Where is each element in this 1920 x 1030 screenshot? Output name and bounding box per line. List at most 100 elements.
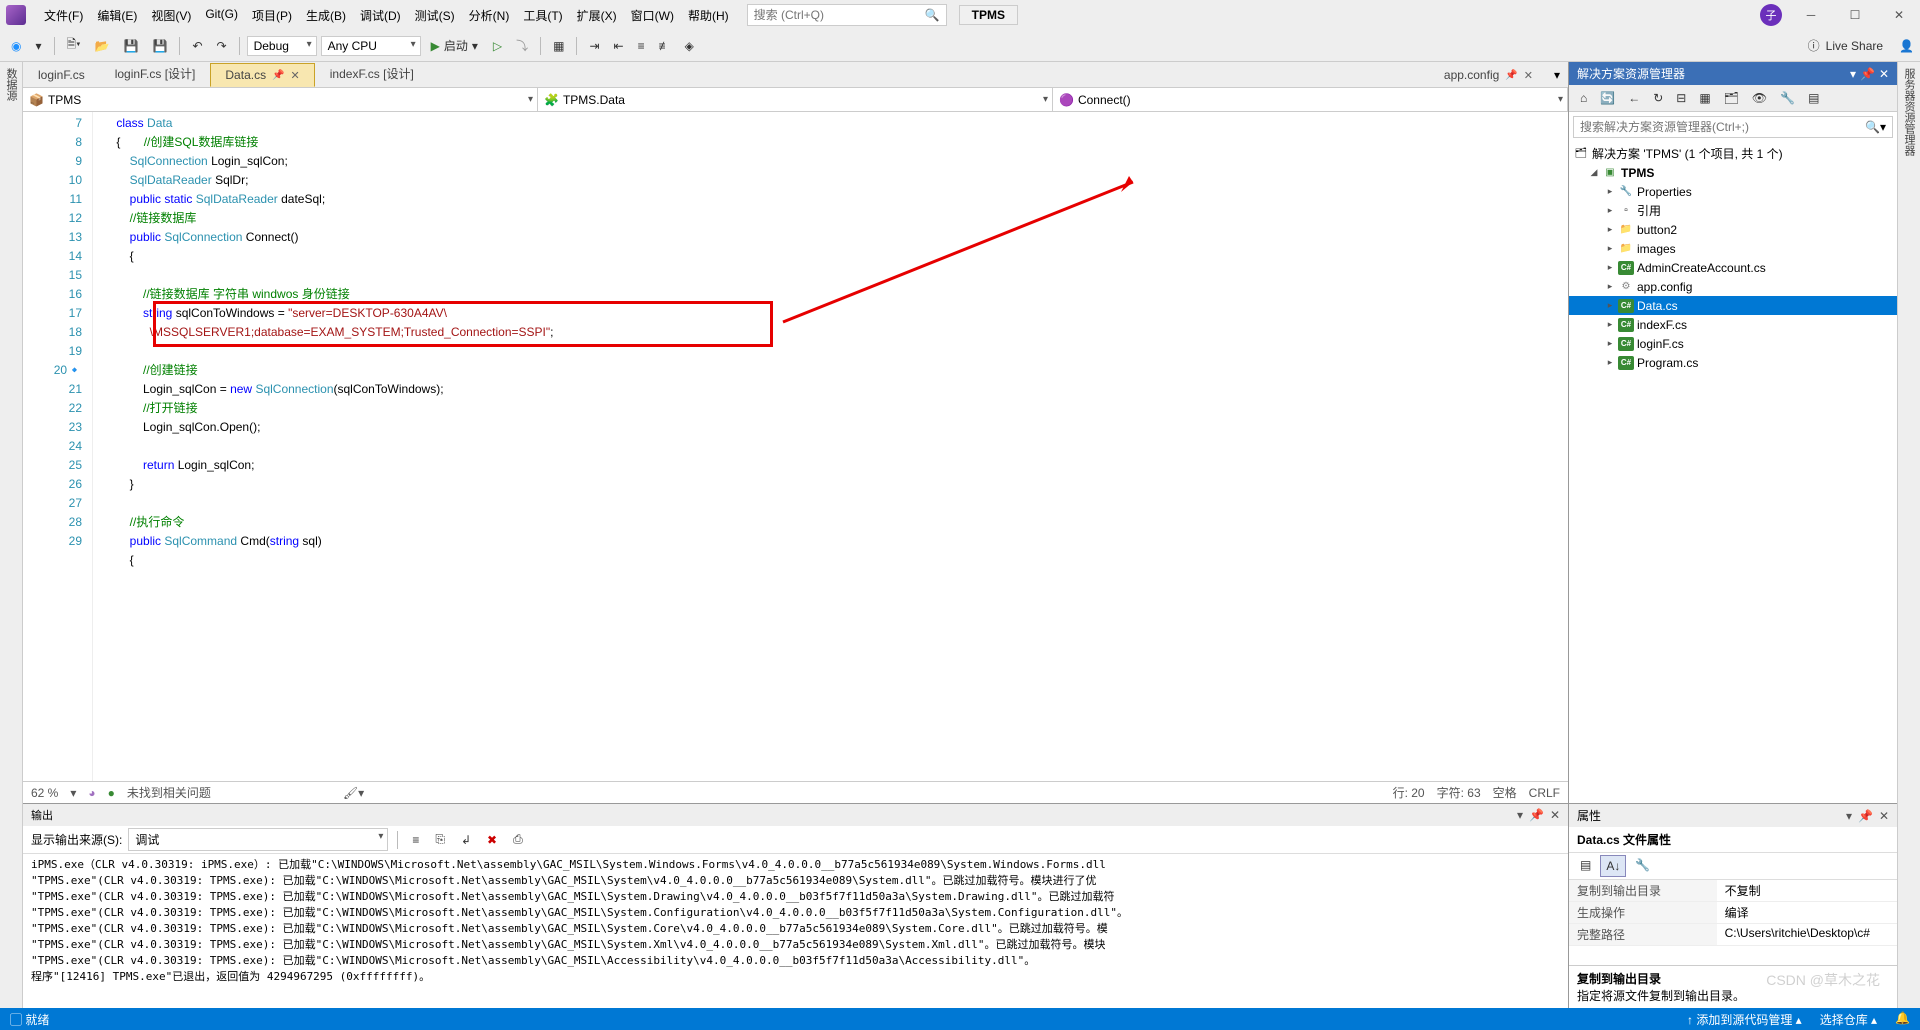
health-icon[interactable]: ◕ [88, 786, 95, 800]
start-nodebug-icon[interactable]: ▷ [488, 36, 507, 56]
redo-icon[interactable]: ↷ [212, 36, 232, 56]
panel-close-icon[interactable]: ✕ [1550, 808, 1560, 822]
code-editor[interactable]: 7891011121314151617181920🔹21222324252627… [23, 112, 1568, 781]
undo-icon[interactable]: ↶ [187, 36, 207, 56]
liveshare-button[interactable]: ⓘ Live Share 👤 [1808, 37, 1914, 54]
repo-selector[interactable]: 选择仓库 ▴ [1820, 1011, 1877, 1028]
menu-item[interactable]: 视图(V) [145, 4, 197, 27]
filter-icon[interactable]: ▤ [1803, 88, 1824, 108]
collapse-icon[interactable]: ⊟ [1671, 88, 1691, 108]
alpha-sort-icon[interactable]: A↓ [1600, 855, 1626, 877]
tree-item[interactable]: ▸⚙ app.config [1569, 277, 1897, 296]
step-icon[interactable]: ⤵ [511, 34, 533, 57]
save-icon[interactable]: 💾 [119, 36, 144, 56]
solution-search[interactable]: 🔍▾ [1573, 116, 1893, 138]
output-body[interactable]: iPMS.exe（CLR v4.0.30319: iPMS.exe）: 已加载"… [23, 854, 1568, 1008]
menu-item[interactable]: 调试(D) [354, 4, 407, 27]
menu-item[interactable]: Git(G) [199, 4, 244, 27]
properties-icon[interactable]: 🗂 [1719, 88, 1744, 108]
start-debug-button[interactable]: ▶启动 ▾ [425, 35, 484, 56]
menu-item[interactable]: 帮助(H) [682, 4, 735, 27]
solution-search-input[interactable] [1580, 120, 1865, 134]
panel-pin-icon[interactable]: 📌 [1529, 808, 1544, 822]
prop-value[interactable]: C:\Users\ritchie\Desktop\c# [1717, 924, 1897, 945]
menu-item[interactable]: 工具(T) [517, 4, 568, 27]
search-input[interactable] [754, 8, 925, 22]
menu-item[interactable]: 文件(F) [38, 4, 89, 27]
bookmark-icon[interactable]: ◈ [680, 36, 699, 56]
categorize-icon[interactable]: ▤ [1575, 855, 1596, 877]
tree-item[interactable]: 🗂 解决方案 'TPMS' (1 个项目, 共 1 个) [1569, 144, 1897, 163]
panel-close-icon[interactable]: ✕ [1879, 809, 1889, 823]
notification-bell-icon[interactable]: 🔔 [1895, 1011, 1910, 1028]
code-body[interactable]: class Data { //创建SQL数据库链接 SqlConnection … [93, 112, 1568, 781]
properties-grid[interactable]: 复制到输出目录不复制生成操作编译完整路径C:\Users\ritchie\Des… [1569, 880, 1897, 965]
home-icon[interactable]: ⌂ [1575, 88, 1592, 108]
nav-back-icon[interactable]: ◉ [6, 36, 26, 56]
right-toolwindow-tab[interactable]: 服务器资源管理器 [1897, 62, 1920, 1008]
tree-item[interactable]: ▸📁 images [1569, 239, 1897, 258]
menu-item[interactable]: 窗口(W) [625, 4, 680, 27]
output-clear-icon[interactable]: ≡ [407, 830, 424, 850]
output-wrap-icon[interactable]: ↲ [456, 830, 476, 850]
prop-value[interactable]: 编译 [1717, 902, 1897, 923]
back-icon[interactable]: ← [1623, 88, 1645, 108]
minimize-button[interactable]: ─ [1796, 8, 1826, 22]
showall-icon[interactable]: ▦ [1694, 88, 1715, 108]
tree-item[interactable]: ▸ indexF.cs [1569, 315, 1897, 334]
panel-dropdown-icon[interactable]: ▾ [1850, 67, 1856, 81]
class-combo[interactable]: 🧩 TPMS.Data [538, 88, 1053, 111]
close-tab-icon[interactable]: ✕ [1524, 69, 1533, 82]
menu-item[interactable]: 编辑(E) [91, 4, 143, 27]
document-tab[interactable]: loginF.cs [23, 63, 100, 87]
wrench-icon[interactable]: 🔧 [1775, 88, 1800, 108]
output-source-combo[interactable]: 调试 [128, 828, 388, 851]
tree-item[interactable]: ▸ Program.cs [1569, 353, 1897, 372]
brush-icon[interactable]: 🖌▾ [343, 786, 364, 800]
menu-item[interactable]: 项目(P) [246, 4, 298, 27]
tree-item[interactable]: ▸ Data.cs [1569, 296, 1897, 315]
menu-item[interactable]: 分析(N) [463, 4, 516, 27]
toolbox-icon[interactable]: ▦ [548, 36, 569, 56]
document-tab[interactable]: indexF.cs [设计] [315, 60, 429, 87]
tree-item[interactable]: ▸📁 button2 [1569, 220, 1897, 239]
tree-item[interactable]: ◢▣ TPMS [1569, 163, 1897, 182]
left-toolwindow-tab[interactable]: 数据源 [0, 62, 23, 1008]
config-combo[interactable]: Debug [247, 36, 317, 56]
tree-item[interactable]: ▸ AdminCreateAccount.cs [1569, 258, 1897, 277]
close-button[interactable]: ✕ [1884, 8, 1914, 22]
tab-appconfig[interactable]: app.config📌✕ [1429, 63, 1548, 87]
preview-icon[interactable]: 👁 [1747, 88, 1772, 108]
menu-item[interactable]: 扩展(X) [571, 4, 623, 27]
menu-item[interactable]: 测试(S) [409, 4, 461, 27]
panel-pin-icon[interactable]: 📌 [1858, 809, 1873, 823]
zoom-combo[interactable]: 62 % [31, 786, 58, 800]
source-control-button[interactable]: ↑ 添加到源代码管理 ▴ [1687, 1011, 1802, 1028]
solution-tree[interactable]: 🗂 解决方案 'TPMS' (1 个项目, 共 1 个)◢▣ TPMS▸🔧 Pr… [1569, 142, 1897, 803]
nav-fwd-icon[interactable]: ▾ [30, 36, 46, 56]
member-combo[interactable]: 🟣 Connect() [1053, 88, 1568, 111]
tab-overflow-icon[interactable]: ▾ [1554, 68, 1560, 82]
document-tab[interactable]: loginF.cs [设计] [100, 60, 211, 87]
maximize-button[interactable]: ☐ [1840, 8, 1870, 22]
sync-icon[interactable]: 🔄 [1595, 88, 1620, 108]
prop-wrench-icon[interactable]: 🔧 [1630, 855, 1655, 877]
new-project-icon[interactable]: 🗎▾ [62, 32, 86, 59]
outdent-icon[interactable]: ⇤ [609, 36, 629, 56]
global-search[interactable]: 🔍 [747, 4, 947, 26]
user-avatar[interactable]: 子 [1760, 4, 1782, 26]
pin-icon[interactable]: 📌 [1505, 70, 1517, 81]
tree-item[interactable]: ▸▫ 引用 [1569, 201, 1897, 220]
open-icon[interactable]: 📂 [90, 36, 115, 56]
pin-icon[interactable]: 📌 [272, 70, 284, 81]
output-clearall-icon[interactable]: ✖ [482, 830, 502, 850]
close-tab-icon[interactable]: ✕ [291, 69, 300, 82]
prop-value[interactable]: 不复制 [1717, 880, 1897, 901]
comment-icon[interactable]: ≡ [633, 36, 650, 56]
indent-icon[interactable]: ⇥ [584, 36, 604, 56]
tree-item[interactable]: ▸🔧 Properties [1569, 182, 1897, 201]
refresh-icon[interactable]: ↻ [1648, 88, 1668, 108]
document-tab[interactable]: Data.cs📌✕ [210, 63, 314, 87]
menu-item[interactable]: 生成(B) [300, 4, 352, 27]
panel-dropdown-icon[interactable]: ▾ [1846, 809, 1852, 823]
